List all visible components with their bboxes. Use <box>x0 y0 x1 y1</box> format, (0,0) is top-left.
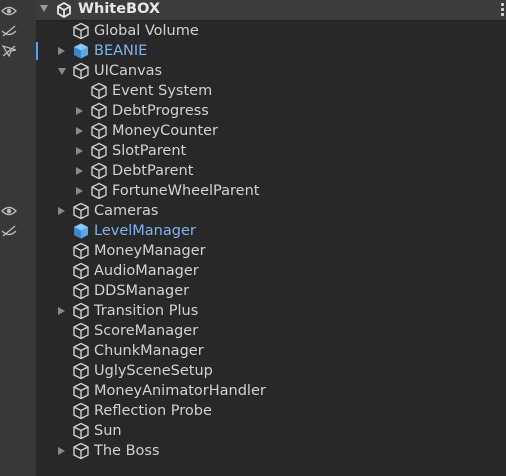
chevron-right-icon[interactable] <box>76 127 83 135</box>
visibility-icon[interactable] <box>1 4 17 18</box>
hierarchy-row[interactable]: DDSManager <box>36 281 506 301</box>
hierarchy-row-label: LevelManager <box>94 223 196 239</box>
hierarchy-row-label: The Boss <box>94 443 160 459</box>
hierarchy-row[interactable]: UglySceneSetup <box>36 361 506 381</box>
hierarchy-row[interactable]: LevelManager <box>36 221 506 241</box>
hierarchy-row[interactable]: FortuneWheelParent <box>36 181 506 201</box>
hierarchy-row-label: Global Volume <box>94 23 199 39</box>
hierarchy-row[interactable]: Sun <box>36 421 506 441</box>
hierarchy-row[interactable]: ScoreManager <box>36 321 506 341</box>
gameobject-cube-icon <box>90 122 108 140</box>
chevron-right-icon[interactable] <box>58 447 65 455</box>
chevron-right-icon[interactable] <box>58 207 65 215</box>
hierarchy-row[interactable]: UICanvas <box>36 61 506 81</box>
hierarchy-row[interactable]: ChunkManager <box>36 341 506 361</box>
gameobject-cube-icon <box>90 102 108 120</box>
hierarchy-row-label: AudioManager <box>94 263 199 279</box>
gameobject-cube-icon <box>90 182 108 200</box>
gameobject-cube-icon <box>72 302 90 320</box>
gameobject-cube-icon <box>90 162 108 180</box>
hierarchy-row-label: ScoreManager <box>94 323 199 339</box>
gameobject-cube-icon <box>72 22 90 40</box>
hidden-icon[interactable] <box>1 24 17 38</box>
hierarchy-row[interactable]: SlotParent <box>36 141 506 161</box>
prefab-cube-icon <box>72 42 90 60</box>
gameobject-cube-icon <box>72 242 90 260</box>
hierarchy-row-label: DDSManager <box>94 283 190 299</box>
hierarchy-row-label: MoneyAnimatorHandler <box>94 383 266 399</box>
scene-header[interactable]: WhiteBOX <box>36 0 506 21</box>
hierarchy-row-label: DebtProgress <box>112 103 209 119</box>
hierarchy-row-label: SlotParent <box>112 143 187 159</box>
hierarchy-row-label: FortuneWheelParent <box>112 183 260 199</box>
chevron-right-icon[interactable] <box>58 47 65 55</box>
chevron-right-icon[interactable] <box>76 167 83 175</box>
gameobject-cube-icon <box>72 62 90 80</box>
prefab-cube-icon <box>72 222 90 240</box>
chevron-down-icon[interactable] <box>58 68 66 75</box>
gameobject-cube-icon <box>72 342 90 360</box>
hierarchy-row-label: MoneyManager <box>94 243 206 259</box>
hierarchy-row-label: BEANIE <box>94 43 148 59</box>
hierarchy-row[interactable]: Reflection Probe <box>36 401 506 421</box>
hierarchy-row[interactable]: Global Volume <box>36 21 506 41</box>
scene-title: WhiteBOX <box>78 1 161 17</box>
pick-disabled-icon[interactable] <box>1 44 17 58</box>
chevron-down-icon[interactable] <box>40 5 48 12</box>
hierarchy-row[interactable]: AudioManager <box>36 261 506 281</box>
visibility-icon[interactable] <box>1 204 17 218</box>
gameobject-cube-icon <box>72 202 90 220</box>
hierarchy-row-label: Transition Plus <box>94 303 199 319</box>
hierarchy-row[interactable]: Event System <box>36 81 506 101</box>
gameobject-cube-icon <box>90 82 108 100</box>
hierarchy-row-label: UICanvas <box>94 63 163 79</box>
hierarchy-row[interactable]: MoneyCounter <box>36 121 506 141</box>
hierarchy-row-label: Reflection Probe <box>94 403 212 419</box>
hierarchy-row-label: Event System <box>112 83 213 99</box>
gameobject-cube-icon <box>72 422 90 440</box>
chevron-right-icon[interactable] <box>76 147 83 155</box>
hierarchy-row[interactable]: The Boss <box>36 441 506 461</box>
hierarchy-row-label: ChunkManager <box>94 343 204 359</box>
gameobject-cube-icon <box>72 322 90 340</box>
chevron-right-icon[interactable] <box>76 187 83 195</box>
gameobject-cube-icon <box>72 382 90 400</box>
gameobject-cube-icon <box>72 442 90 460</box>
chevron-right-icon[interactable] <box>58 307 65 315</box>
hierarchy-row-label: DebtParent <box>112 163 194 179</box>
unity-scene-icon <box>57 2 71 18</box>
chevron-right-icon[interactable] <box>76 107 83 115</box>
hierarchy-row-label: MoneyCounter <box>112 123 219 139</box>
gameobject-cube-icon <box>72 362 90 380</box>
visibility-gutter <box>0 0 38 476</box>
hierarchy-row[interactable]: DebtProgress <box>36 101 506 121</box>
hierarchy-row[interactable]: MoneyAnimatorHandler <box>36 381 506 401</box>
gameobject-cube-icon <box>90 142 108 160</box>
gameobject-cube-icon <box>72 282 90 300</box>
gameobject-cube-icon <box>72 402 90 420</box>
hierarchy-row-label: UglySceneSetup <box>94 363 213 379</box>
hierarchy-row[interactable]: MoneyManager <box>36 241 506 261</box>
hierarchy-row-label: Sun <box>94 423 122 439</box>
gameobject-cube-icon <box>72 262 90 280</box>
hierarchy-row-label: Cameras <box>94 203 159 219</box>
hierarchy-row[interactable]: Transition Plus <box>36 301 506 321</box>
hidden-icon[interactable] <box>1 224 17 238</box>
hierarchy-row[interactable]: BEANIE <box>36 41 506 61</box>
hierarchy-row[interactable]: Cameras <box>36 201 506 221</box>
hierarchy-row[interactable]: DebtParent <box>36 161 506 181</box>
more-options-icon[interactable] <box>501 3 505 17</box>
